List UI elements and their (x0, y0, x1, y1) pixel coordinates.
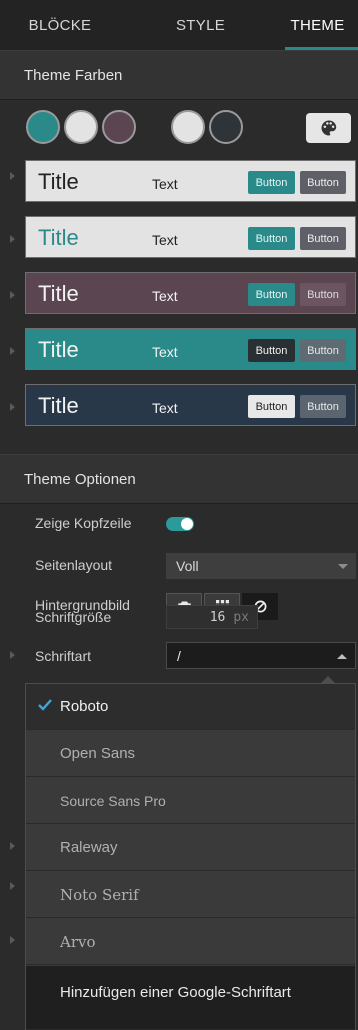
font-option-noto-serif[interactable]: Noto Serif (26, 872, 355, 918)
theme-preset-3[interactable]: Title Text Button Button (25, 272, 356, 314)
theme-preset-text: Text (152, 344, 178, 360)
theme-preset-button-secondary: Button (300, 339, 346, 362)
font-family-select[interactable]: / (166, 642, 356, 669)
font-size-unit: px (233, 609, 249, 625)
expand-arrow-icon[interactable] (10, 347, 15, 355)
expand-arrow-icon[interactable] (10, 235, 15, 243)
swatch-light-2[interactable] (171, 110, 205, 144)
expand-arrow-icon[interactable] (10, 936, 15, 944)
font-option-label: Open Sans (60, 745, 136, 762)
expand-arrow-icon[interactable] (10, 842, 15, 850)
expand-arrow-icon[interactable] (10, 291, 15, 299)
add-google-font-label: Hinzufügen einer Google-Schriftart (60, 984, 291, 1001)
font-option-roboto[interactable]: Roboto (26, 684, 355, 730)
show-header-toggle[interactable] (166, 517, 194, 531)
font-option-label: Roboto (60, 698, 109, 715)
theme-preset-text: Text (152, 232, 178, 248)
tab-style[interactable]: STYLE (147, 0, 277, 50)
swatch-dark[interactable] (209, 110, 243, 144)
check-icon (38, 699, 52, 711)
theme-preset-4[interactable]: Title Text Button Button (25, 328, 356, 370)
theme-preset-button-primary: Button (248, 339, 295, 362)
expand-arrow-icon[interactable] (10, 651, 15, 659)
font-dropdown: Roboto Open Sans Source Sans Pro Raleway… (25, 676, 356, 1030)
theme-preset-2[interactable]: Title Text Button Button (25, 216, 356, 258)
tab-bloecke[interactable]: BLÖCKE (0, 0, 120, 50)
theme-preset-5[interactable]: Title Text Button Button (25, 384, 356, 426)
font-option-label: Noto Serif (60, 885, 139, 904)
theme-preset-text: Text (152, 288, 178, 304)
font-family-label: Schriftart (35, 648, 92, 664)
theme-preset-button-primary: Button (248, 171, 295, 194)
font-option-open-sans[interactable]: Open Sans (26, 731, 355, 777)
font-option-label: Arvo (60, 932, 96, 951)
expand-arrow-icon[interactable] (10, 403, 15, 411)
font-option-raleway[interactable]: Raleway (26, 825, 355, 871)
palette-icon (321, 120, 336, 136)
palette-button[interactable] (306, 113, 351, 143)
font-size-value: 16 (209, 609, 226, 625)
tab-theme[interactable]: THEME (277, 0, 358, 50)
font-option-source-sans-pro[interactable]: Source Sans Pro (26, 778, 355, 824)
theme-preset-button-primary: Button (248, 283, 295, 306)
theme-preset-title: Title (38, 225, 79, 250)
show-header-label: Zeige Kopfzeile (35, 515, 132, 531)
theme-preset-button-secondary: Button (300, 283, 346, 306)
chevron-down-icon (338, 564, 348, 569)
expand-arrow-icon[interactable] (10, 882, 15, 890)
font-option-label: Raleway (60, 839, 118, 856)
theme-colors-heading-label: Theme Farben (24, 66, 123, 84)
font-size-input[interactable]: 16 px (166, 605, 258, 629)
font-option-label: Source Sans Pro (60, 792, 166, 809)
tab-bar: BLÖCKE STYLE THEME (0, 0, 358, 50)
theme-options-heading[interactable]: Theme Optionen (0, 454, 358, 504)
theme-preset-title: Title (38, 281, 79, 306)
font-family-value: / (177, 647, 181, 664)
theme-preset-button-secondary: Button (300, 395, 346, 418)
theme-options-heading-label: Theme Optionen (24, 470, 136, 488)
theme-preset-button-primary: Button (248, 395, 295, 418)
theme-preset-title: Title (38, 169, 79, 194)
swatch-teal[interactable] (26, 110, 60, 144)
page-layout-value: Voll (176, 558, 199, 574)
theme-preset-text: Text (152, 400, 178, 416)
theme-preset-title: Title (38, 337, 79, 362)
page-layout-select[interactable]: Voll (166, 553, 356, 579)
theme-preset-button-secondary: Button (300, 171, 346, 194)
font-option-arvo[interactable]: Arvo (26, 919, 355, 965)
chevron-up-icon (337, 654, 347, 659)
page-layout-label: Seitenlayout (35, 557, 113, 573)
theme-preset-text: Text (152, 176, 178, 192)
add-google-font-button[interactable]: Hinzufügen einer Google-Schriftart (26, 966, 355, 1030)
expand-arrow-icon[interactable] (10, 172, 15, 180)
swatch-mauve[interactable] (102, 110, 136, 144)
theme-preset-title: Title (38, 393, 79, 418)
theme-preset-1[interactable]: Title Text Button Button (25, 160, 356, 202)
font-size-label: Schriftgröße (35, 609, 112, 625)
theme-preset-button-primary: Button (248, 227, 295, 250)
theme-colors-heading[interactable]: Theme Farben (0, 50, 358, 100)
theme-preset-button-secondary: Button (300, 227, 346, 250)
swatch-light[interactable] (64, 110, 98, 144)
